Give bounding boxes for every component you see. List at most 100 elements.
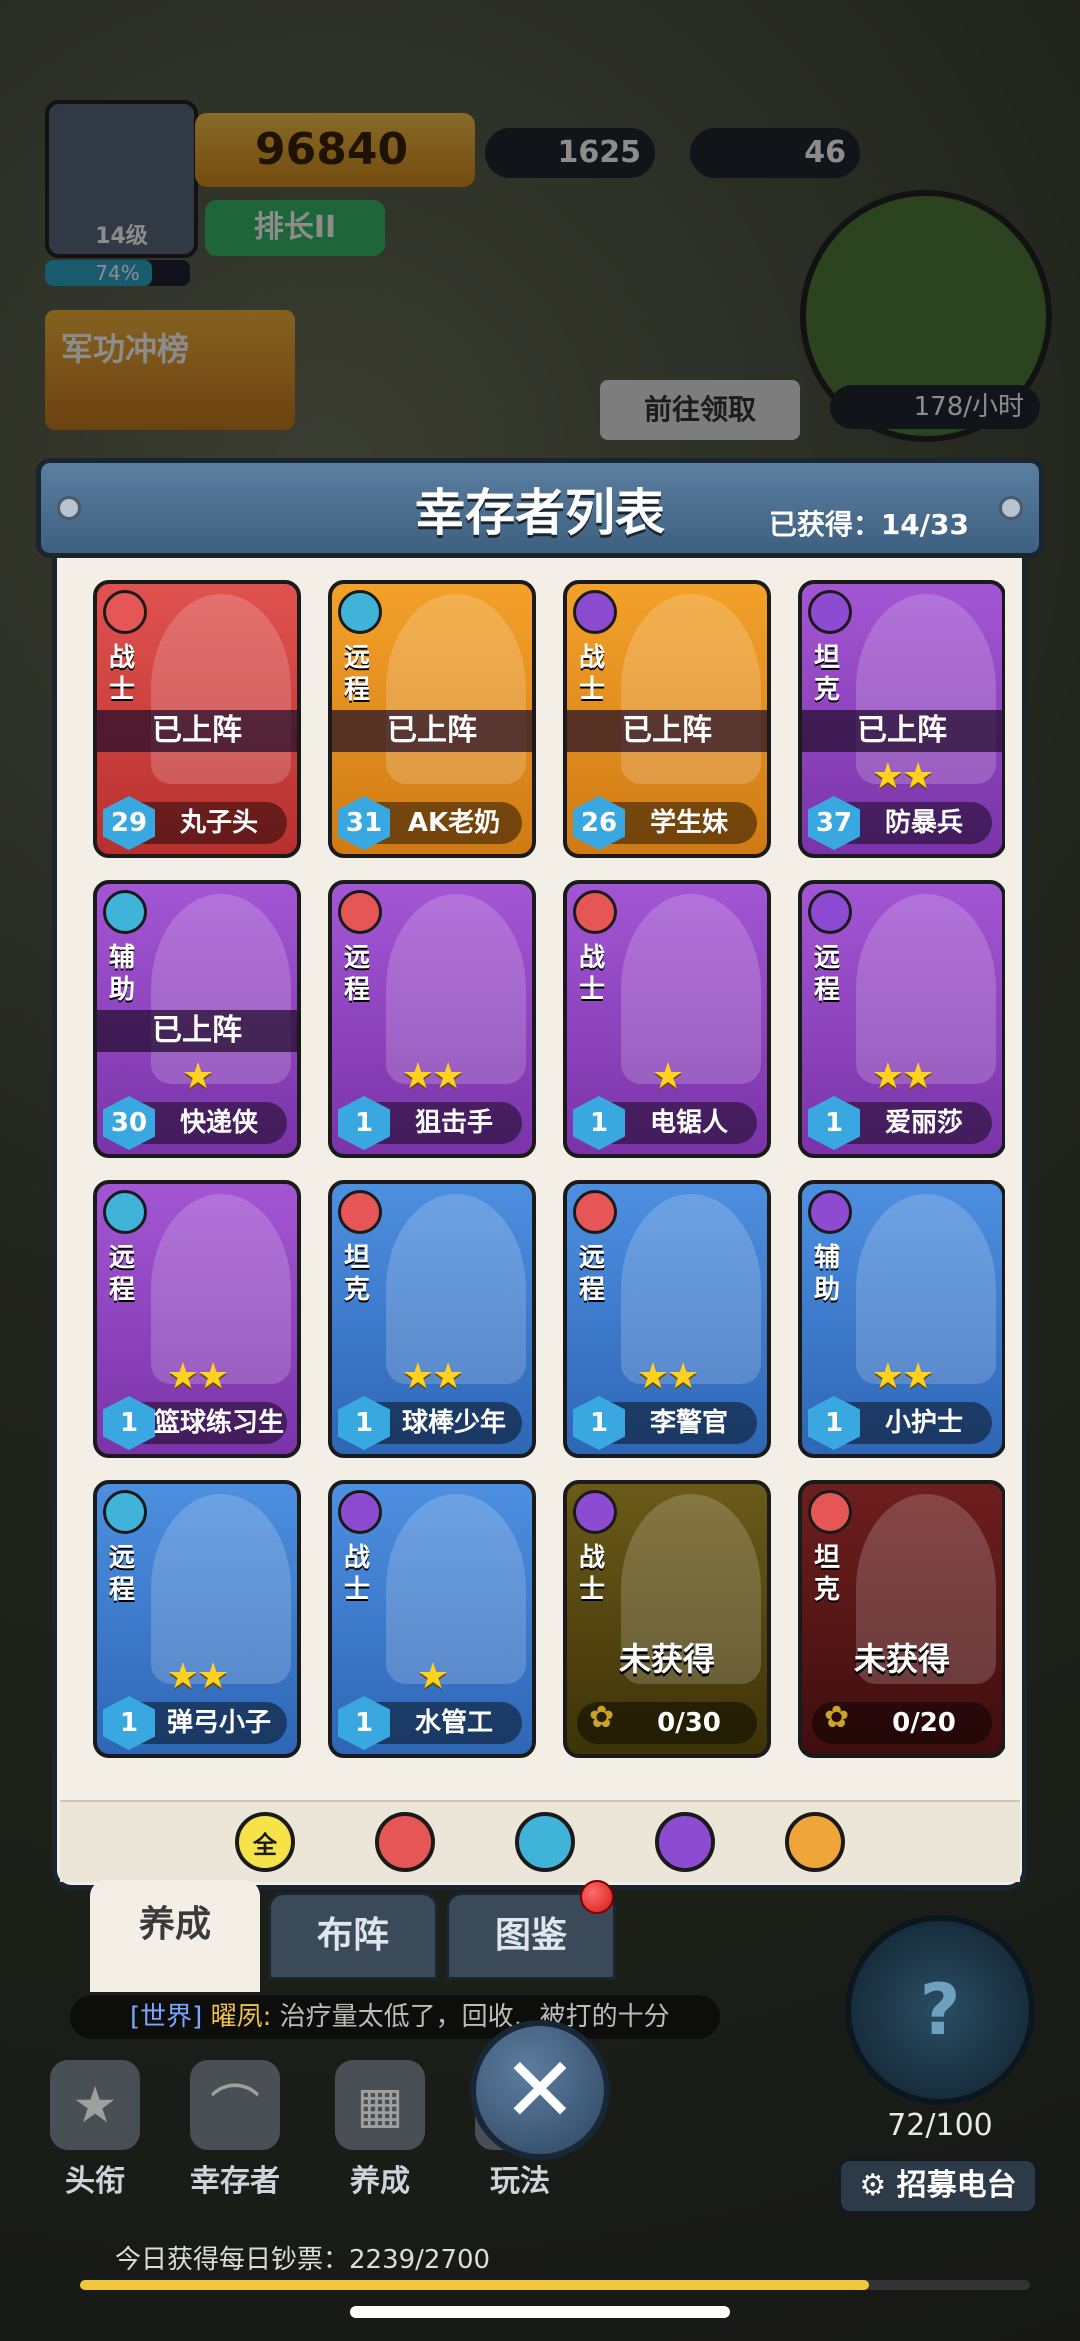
- nav-gameplay-label: 玩法: [490, 2164, 550, 2199]
- class-label: 辅助: [814, 1243, 841, 1305]
- name-bar: 29 丸子头: [103, 796, 287, 850]
- ranged-icon: [103, 1190, 147, 1234]
- survivor-name: 小护士: [884, 1408, 963, 1438]
- level-badge: 1: [338, 1096, 390, 1150]
- survivor-name: 电锯人: [649, 1108, 728, 1138]
- fighter-icon: [103, 590, 147, 634]
- class-label: 战士: [579, 643, 606, 705]
- nav-title[interactable]: ★ 头衔: [20, 2060, 170, 2210]
- survivor-name: AK老奶: [407, 808, 501, 838]
- nav-develop[interactable]: ▦ 养成: [305, 2060, 455, 2210]
- level-badge: 1: [103, 1696, 155, 1750]
- deployed-banner: 已上阵: [332, 710, 532, 752]
- survivor-card[interactable]: 战士 已上阵 26 学生妹: [563, 580, 771, 858]
- legend-filter-icon[interactable]: [785, 1812, 845, 1872]
- class-label: 战士: [109, 643, 136, 705]
- name-bar: 1 小护士: [808, 1396, 992, 1450]
- survivor-card[interactable]: 辅助 已上阵 ★ 30 快递侠: [93, 880, 301, 1158]
- notification-dot: [580, 1880, 614, 1914]
- tab-develop[interactable]: 养成: [90, 1880, 260, 1992]
- daily-cash-progress-fill: [80, 2280, 869, 2290]
- fighter-icon: [338, 1190, 382, 1234]
- level-badge: 1: [338, 1696, 390, 1750]
- support-icon: [103, 890, 147, 934]
- daily-cash-text: 今日获得每日钞票：2239/2700: [115, 2245, 491, 2275]
- tank-icon: [808, 1190, 852, 1234]
- question-icon: ?: [919, 1969, 961, 2051]
- name-bar: 30 快递侠: [103, 1096, 287, 1150]
- level-badge: 29: [103, 796, 155, 850]
- class-label: 远程: [579, 1243, 606, 1305]
- class-label: 战士: [579, 943, 606, 1005]
- class-label: 辅助: [109, 943, 136, 1005]
- ranged-filter-icon[interactable]: [515, 1812, 575, 1872]
- radar-count: 72/100: [887, 2108, 993, 2143]
- survivor-card[interactable]: 远程 ★★ 1 李警官: [563, 1180, 771, 1458]
- close-button[interactable]: ✕: [470, 2020, 610, 2160]
- survivor-card[interactable]: 远程 ★★ 1 狙击手: [328, 880, 536, 1158]
- star-rating: ★★: [166, 1656, 230, 1697]
- home-indicator: [350, 2306, 730, 2318]
- shard-progress: 0/30: [657, 1708, 721, 1738]
- survivor-name: 防暴兵: [884, 808, 963, 838]
- daily-cash-progress: [80, 2280, 1030, 2290]
- survivor-name: 快递侠: [179, 1108, 258, 1138]
- survivor-name: 球棒少年: [401, 1408, 506, 1438]
- survivor-card[interactable]: 远程 ★★ 1 篮球练习生: [93, 1180, 301, 1458]
- shard-icon: ✿: [824, 1700, 850, 1735]
- fighter-icon: [573, 1190, 617, 1234]
- recruit-radio-button[interactable]: ⚙ 招募电台: [838, 2158, 1038, 2214]
- class-label: 坦克: [344, 1243, 371, 1305]
- survivor-card[interactable]: 远程 ★★ 1 弹弓小子: [93, 1480, 301, 1758]
- tank-icon: [808, 590, 852, 634]
- hat-icon: ⌒: [190, 2060, 280, 2150]
- survivor-portrait: [386, 594, 526, 784]
- level-badge: 1: [808, 1396, 860, 1450]
- chat-channel: [世界]: [130, 2002, 203, 2032]
- name-bar: 1 篮球练习生: [103, 1396, 287, 1450]
- survivor-card[interactable]: 战士 ★ 1 电锯人: [563, 880, 771, 1158]
- nav-survivors[interactable]: ⌒ 幸存者: [160, 2060, 310, 2210]
- locked-survivor-card[interactable]: 战士 未获得 ✿ 0/30: [563, 1480, 771, 1758]
- tab-formation[interactable]: 布阵: [268, 1892, 438, 1980]
- chat-user: 曜夙:: [210, 2002, 272, 2032]
- level-badge: 26: [573, 796, 625, 850]
- survivor-card[interactable]: 坦克 ★★ 1 球棒少年: [328, 1180, 536, 1458]
- ranged-icon: [338, 590, 382, 634]
- fighter-icon: [808, 1490, 852, 1534]
- tank-filter-icon[interactable]: [655, 1812, 715, 1872]
- star-rating: ★: [416, 1656, 449, 1697]
- locked-survivor-card[interactable]: 坦克 未获得 ✿ 0/20: [798, 1480, 1005, 1758]
- deployed-banner: 已上阵: [567, 710, 767, 752]
- world-chat[interactable]: [世界] 曜夙: 治疗量太低了，回收…被打的十分: [70, 1995, 720, 2039]
- level-badge: 31: [338, 796, 390, 850]
- survivor-card[interactable]: 战士 ★ 1 水管工: [328, 1480, 536, 1758]
- nav-develop-label: 养成: [350, 2164, 410, 2199]
- all-filter-icon[interactable]: 全: [235, 1812, 295, 1872]
- survivor-card[interactable]: 远程 ★★ 1 爱丽莎: [798, 880, 1005, 1158]
- star-rating: ★: [651, 1056, 684, 1097]
- fighter-icon: [573, 890, 617, 934]
- name-bar: 1 狙击手: [338, 1096, 522, 1150]
- survivor-name: 爱丽莎: [884, 1108, 963, 1138]
- survivor-card[interactable]: 辅助 ★★ 1 小护士: [798, 1180, 1005, 1458]
- level-badge: 1: [573, 1396, 625, 1450]
- star-rating: ★★: [871, 756, 935, 797]
- fighter-filter-icon[interactable]: [375, 1812, 435, 1872]
- survivor-card[interactable]: 战士 已上阵 29 丸子头: [93, 580, 301, 858]
- name-bar: 37 防暴兵: [808, 796, 992, 850]
- star-rating: ★★: [401, 1056, 465, 1097]
- class-label: 战士: [579, 1543, 606, 1605]
- survivor-card[interactable]: 坦克 已上阵 ★★ 37 防暴兵: [798, 580, 1005, 858]
- level-badge: 37: [808, 796, 860, 850]
- level-badge: 1: [103, 1396, 155, 1450]
- panel-header: 幸存者列表 已获得：14/33: [36, 458, 1044, 558]
- close-icon: ✕: [502, 2037, 578, 2143]
- survivor-card[interactable]: 远程 已上阵 31 AK老奶: [328, 580, 536, 858]
- grid-icon: ▦: [335, 2060, 425, 2150]
- name-bar: 1 弹弓小子: [103, 1696, 287, 1750]
- radar-button[interactable]: ?: [845, 1915, 1035, 2105]
- class-label: 远程: [814, 943, 841, 1005]
- class-label: 远程: [344, 943, 371, 1005]
- obtained-count: 已获得：14/33: [768, 508, 969, 541]
